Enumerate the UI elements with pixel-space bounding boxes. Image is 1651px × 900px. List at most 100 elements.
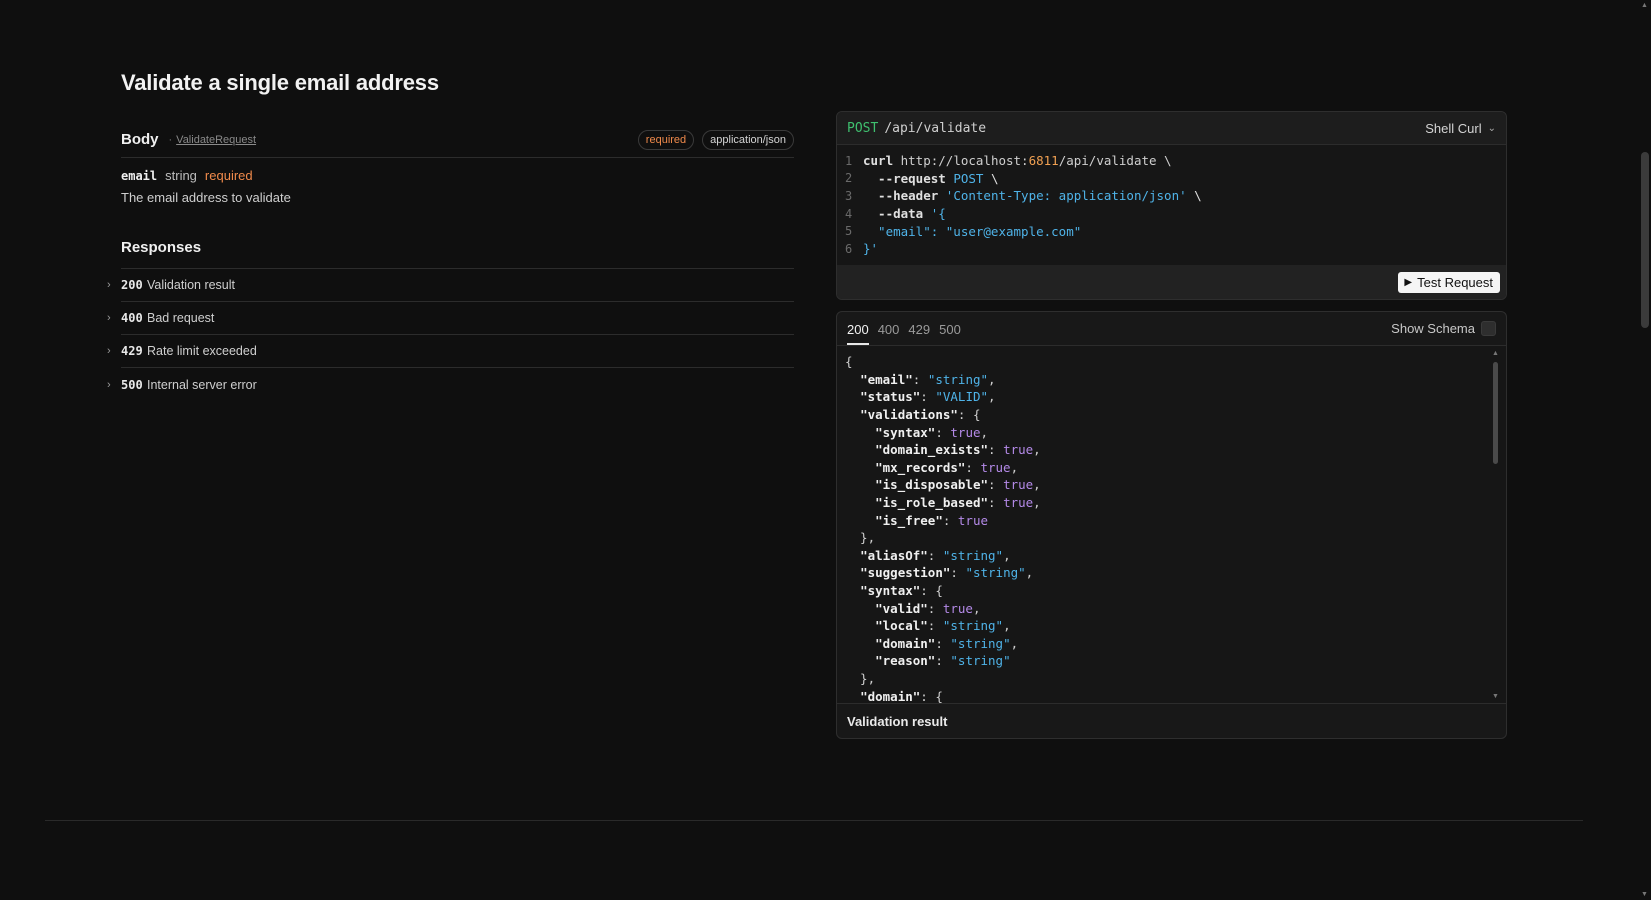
json-token: true xyxy=(942,600,973,616)
field-type: string xyxy=(165,168,197,183)
json-token: , xyxy=(1010,635,1019,651)
request-footer: ▶ Test Request xyxy=(837,265,1506,299)
chevron-down-icon: ⌄ xyxy=(1487,122,1496,134)
json-token: : xyxy=(988,477,1004,493)
language-label: Shell Curl xyxy=(1425,120,1482,136)
json-token: , xyxy=(1033,442,1041,458)
json-token: "domain" xyxy=(860,688,921,703)
json-line: "reason": "string" xyxy=(845,652,1506,670)
json-token: , xyxy=(1033,477,1041,493)
code-token: POST xyxy=(953,170,984,186)
json-token: , xyxy=(1033,495,1041,511)
response-example-card: 200 400 429 500 Show Schema { "email": "… xyxy=(836,311,1507,739)
json-token: "string" xyxy=(950,635,1011,651)
http-method: POST xyxy=(847,120,879,136)
field-description: The email address to validate xyxy=(121,190,291,205)
json-token: : { xyxy=(957,407,981,423)
code-line: 1 curl http://localhost: 6811/api/validate… xyxy=(837,152,1506,170)
json-token: true xyxy=(980,459,1011,475)
response-row-500[interactable]: › 500 Internal server error xyxy=(107,368,794,401)
chevron-right-icon: › xyxy=(107,378,111,391)
content-type-badge: application/json xyxy=(702,129,794,150)
window-scrollbar[interactable]: ▲ ▼ xyxy=(1638,0,1651,900)
json-line: "local": "string", xyxy=(845,617,1506,635)
code-token: \ xyxy=(1186,188,1202,204)
show-schema-checkbox[interactable] xyxy=(1481,321,1496,336)
json-token: "local" xyxy=(875,618,928,634)
json-token: "valid" xyxy=(875,600,928,616)
tab-200[interactable]: 200 xyxy=(847,322,869,345)
json-scrollbar[interactable]: ▲ ▼ xyxy=(1492,350,1500,700)
json-token: , xyxy=(1003,547,1011,563)
responses-list: › 200 Validation result › 400 Bad reques… xyxy=(107,269,794,401)
response-json-block: { "email": "string", "status": "VALID", … xyxy=(837,346,1506,703)
json-token: : xyxy=(950,565,966,581)
json-token: , xyxy=(972,600,981,616)
json-token: "string" xyxy=(927,371,989,387)
json-line: "is_disposable": true, xyxy=(845,476,1506,494)
json-line: "syntax": { xyxy=(845,582,1506,600)
json-line: "syntax": true, xyxy=(845,423,1506,441)
json-token: "string" xyxy=(942,547,1004,563)
scroll-down-icon[interactable]: ▼ xyxy=(1492,693,1499,700)
json-token: : xyxy=(920,389,936,405)
tab-500[interactable]: 500 xyxy=(939,322,961,345)
window-scrollbar-thumb[interactable] xyxy=(1641,152,1649,328)
chevron-right-icon: › xyxy=(107,279,111,291)
scroll-up-icon[interactable]: ▲ xyxy=(1492,350,1499,357)
required-badge: required xyxy=(637,129,695,150)
scroll-down-icon[interactable]: ▼ xyxy=(1641,891,1648,898)
json-token: : { xyxy=(920,688,943,703)
code-token: \ xyxy=(983,170,999,186)
code-token: http://localhost: xyxy=(893,153,1029,169)
code-token: --data xyxy=(863,206,931,222)
tab-400[interactable]: 400 xyxy=(878,322,900,345)
test-request-button[interactable]: ▶ Test Request xyxy=(1398,271,1500,293)
json-token: "email" xyxy=(860,371,913,387)
code-token: --header xyxy=(863,188,946,204)
json-scrollbar-thumb[interactable] xyxy=(1493,362,1498,464)
field-required: required xyxy=(204,168,253,183)
json-token: "string" xyxy=(965,565,1026,581)
json-token: "validations" xyxy=(860,407,958,423)
code-line: 3 --header 'Content-Type: application/js… xyxy=(837,187,1506,205)
response-row-429[interactable]: › 429 Rate limit exceeded xyxy=(107,335,794,368)
language-selector[interactable]: Shell Curl ⌄ xyxy=(1425,121,1496,136)
response-row-400[interactable]: › 400 Bad request xyxy=(107,302,794,335)
response-code: 500 xyxy=(121,377,143,392)
json-token: , xyxy=(980,424,989,440)
show-schema-toggle[interactable]: Show Schema xyxy=(1391,321,1496,336)
json-token: "aliasOf" xyxy=(860,547,928,563)
tab-429[interactable]: 429 xyxy=(908,322,930,345)
json-line: "validations": { xyxy=(845,406,1506,424)
json-line: "aliasOf": "string", xyxy=(845,547,1506,565)
line-number: 6 xyxy=(845,241,853,256)
json-token: : xyxy=(965,459,981,475)
schema-ref-link[interactable]: ValidateRequest xyxy=(176,134,256,146)
json-token: "status" xyxy=(860,389,921,405)
json-line: "domain_exists": true, xyxy=(845,441,1506,459)
code-token: curl xyxy=(863,153,894,169)
json-token: : { xyxy=(920,583,943,599)
response-desc: Bad request xyxy=(147,311,215,325)
line-number: 2 xyxy=(845,171,853,186)
json-line: "domain": "string", xyxy=(845,635,1506,653)
response-row-200[interactable]: › 200 Validation result xyxy=(107,269,794,302)
field-name: email xyxy=(121,169,158,183)
response-desc: Validation result xyxy=(147,278,236,292)
json-line: "status": "VALID", xyxy=(845,388,1506,406)
code-token: 6811 xyxy=(1028,153,1059,169)
body-header: Body · ValidateRequest required applicat… xyxy=(121,128,794,158)
scroll-up-icon[interactable]: ▲ xyxy=(1641,2,1648,9)
page-title: Validate a single email address xyxy=(121,70,439,95)
response-description: Validation result xyxy=(837,703,1506,738)
json-token: "suggestion" xyxy=(860,565,951,581)
json-line: "is_free": true xyxy=(845,511,1506,529)
json-token: "VALID" xyxy=(935,389,989,405)
